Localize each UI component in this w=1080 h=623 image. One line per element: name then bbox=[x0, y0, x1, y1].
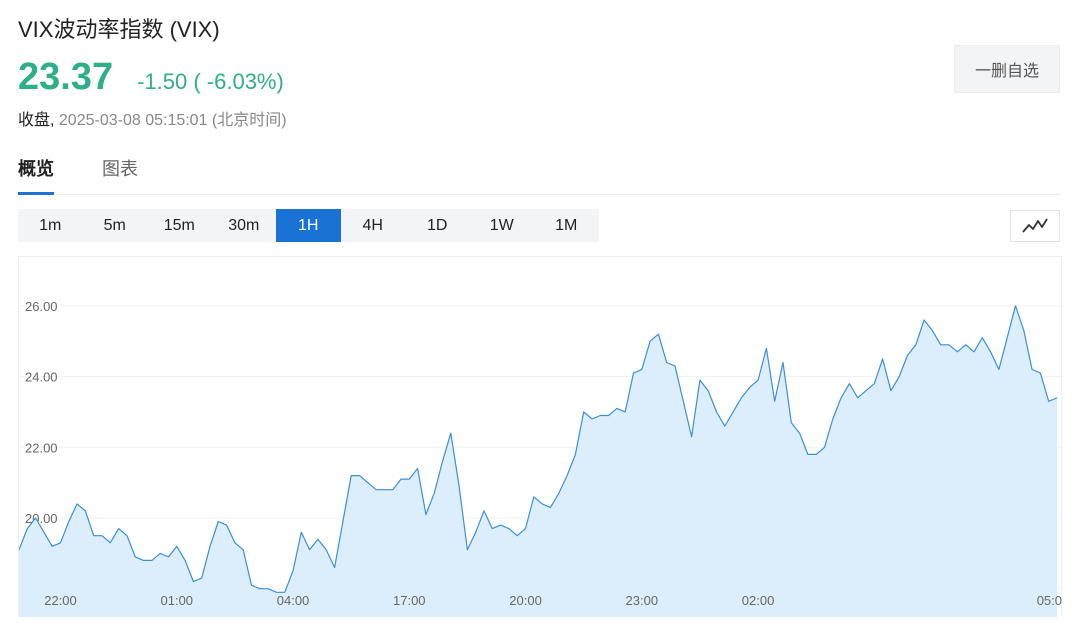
status-time: 2025-03-08 05:15:01 (北京时间) bbox=[58, 112, 287, 129]
y-tick-label: 24.00 bbox=[25, 370, 58, 385]
period-30m[interactable]: 30m bbox=[212, 209, 277, 242]
x-tick-label: 22:00 bbox=[44, 593, 77, 608]
period-5m[interactable]: 5m bbox=[83, 209, 148, 242]
period-4h[interactable]: 4H bbox=[341, 209, 406, 242]
chart-type-button[interactable] bbox=[1010, 210, 1060, 242]
last-price: 23.37 bbox=[18, 56, 114, 98]
tab-overview[interactable]: 概览 bbox=[18, 155, 54, 195]
period-15m[interactable]: 15m bbox=[147, 209, 212, 242]
x-tick-label: 17:00 bbox=[393, 593, 426, 608]
price-chart[interactable]: 18.0020.0022.0024.0026.0022:0001:0004:00… bbox=[18, 256, 1063, 617]
price-change: -1.50 ( -6.03%) bbox=[137, 69, 284, 94]
market-status: 收盘, 2025-03-08 05:15:01 (北京时间) bbox=[18, 106, 287, 130]
period-1mo[interactable]: 1M bbox=[534, 209, 599, 242]
price-chart-svg: 18.0020.0022.0024.0026.0022:0001:0004:00… bbox=[19, 299, 1063, 617]
quote-row: 23.37 -1.50 ( -6.03%) bbox=[18, 56, 284, 99]
x-tick-label: 04:00 bbox=[277, 593, 310, 608]
period-1d[interactable]: 1D bbox=[405, 209, 470, 242]
page-title: VIX波动率指数 (VIX) bbox=[18, 17, 220, 42]
remove-watchlist-button[interactable]: 一删自选 bbox=[954, 45, 1060, 93]
x-tick-label: 20:00 bbox=[509, 593, 542, 608]
period-1w[interactable]: 1W bbox=[470, 209, 535, 242]
x-tick-label: 23:00 bbox=[626, 593, 659, 608]
line-chart-icon bbox=[1022, 218, 1048, 233]
y-tick-label: 22.00 bbox=[25, 440, 58, 455]
area-fill bbox=[19, 305, 1057, 617]
x-tick-label: 05:0 bbox=[1037, 593, 1062, 608]
tab-chart[interactable]: 图表 bbox=[102, 155, 138, 195]
status-label: 收盘, bbox=[18, 112, 55, 129]
x-tick-label: 01:00 bbox=[161, 593, 194, 608]
x-tick-label: 02:00 bbox=[742, 593, 775, 608]
y-tick-label: 20.00 bbox=[25, 511, 58, 526]
tab-bar: 概览 图表 bbox=[18, 155, 1060, 195]
period-1h[interactable]: 1H bbox=[276, 209, 341, 242]
period-1m[interactable]: 1m bbox=[18, 209, 83, 242]
period-selector: 1m 5m 15m 30m 1H 4H 1D 1W 1M bbox=[18, 209, 599, 242]
y-tick-label: 26.00 bbox=[25, 299, 58, 314]
